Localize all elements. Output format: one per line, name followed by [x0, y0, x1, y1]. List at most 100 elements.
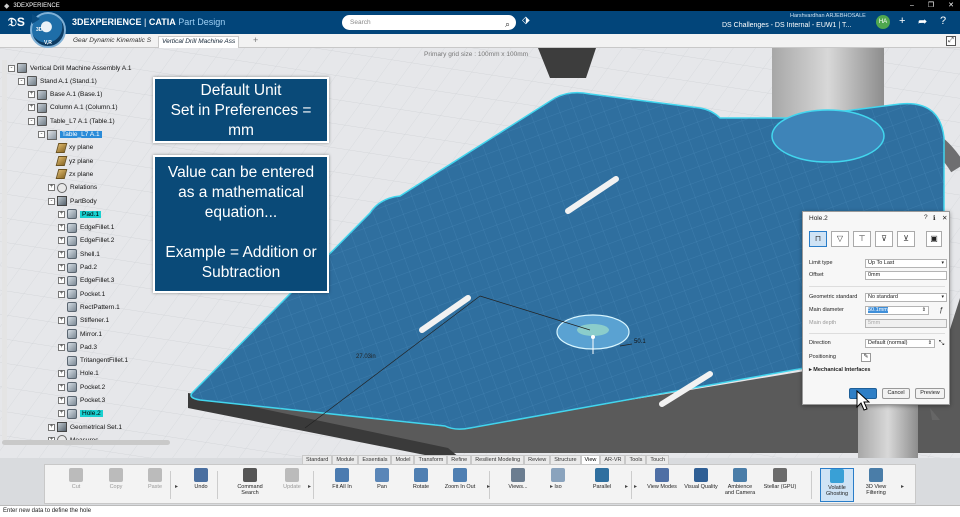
visual-quality-button[interactable]: Visual Quality	[684, 468, 718, 490]
undo-button[interactable]: Undo	[184, 468, 218, 490]
chevron-right-icon[interactable]: ▸	[175, 483, 178, 490]
chevron-right-icon[interactable]: ▸	[308, 483, 311, 490]
collapse-icon[interactable]: -	[38, 131, 45, 138]
chevron-right-icon[interactable]: ▸	[634, 483, 637, 490]
expand-icon[interactable]: +	[28, 91, 35, 99]
sketch-icon[interactable]: ▣	[926, 231, 942, 247]
tree-item[interactable]: + Pocket.3	[58, 395, 105, 407]
countersunk-hole-icon[interactable]: ⊽	[875, 231, 893, 247]
chevron-right-icon[interactable]: ▸	[901, 483, 904, 490]
search-icon[interactable]: ⌕	[505, 17, 510, 32]
diameter-dimension-label[interactable]: 50.1	[634, 339, 646, 345]
cancel-button[interactable]: Cancel	[882, 388, 910, 399]
fit-all-in-button[interactable]: Fit All In	[325, 468, 359, 490]
compass-icon[interactable]: 3D V,R	[30, 12, 66, 48]
tree-item[interactable]: + EdgeFillet.1	[58, 222, 114, 234]
collapse-icon[interactable]: -	[48, 197, 55, 205]
tree-item[interactable]: zx plane	[48, 168, 93, 180]
tree-item[interactable]: + EdgeFillet.3	[58, 275, 114, 287]
tree-item[interactable]: RectPattern.1	[58, 301, 120, 313]
fullscreen-icon[interactable]: ⤢	[946, 36, 956, 46]
add-icon[interactable]: +	[899, 15, 905, 27]
copy-button[interactable]: Copy	[99, 468, 133, 490]
geometric-standard-select[interactable]: No standard ▾	[865, 293, 947, 302]
zoom-in-out-button[interactable]: Zoom In Out	[443, 468, 477, 490]
cut-button[interactable]: Cut	[59, 468, 93, 490]
3d-view-filtering-button[interactable]: 3D View Filtering	[859, 468, 893, 496]
tree-item[interactable]: yz plane	[48, 155, 93, 167]
expand-icon[interactable]: +	[58, 397, 65, 404]
expand-icon[interactable]: +	[58, 277, 65, 285]
help-icon[interactable]: ?	[940, 15, 946, 27]
tree-item[interactable]: - PartBody	[48, 195, 97, 207]
limit-type-select[interactable]: Up To Last ▾	[865, 259, 947, 268]
action-tab[interactable]: Tools	[625, 455, 647, 464]
action-tab[interactable]: Standard	[302, 455, 333, 464]
action-tab[interactable]: Module	[332, 455, 359, 464]
pan-button[interactable]: Pan	[365, 468, 399, 490]
pick-direction-icon[interactable]: ⤡	[937, 339, 946, 348]
tree-item[interactable]: - Table_L7 A.1	[38, 129, 102, 141]
tree-item[interactable]: + Relations	[48, 182, 97, 194]
tree-item[interactable]: + Geometrical Set.1	[48, 421, 122, 433]
main-diameter-field[interactable]: 50.1mm ⇕	[865, 306, 929, 315]
mechanical-interfaces-section[interactable]: ▸ Mechanical Interfaces	[809, 367, 870, 373]
tree-item[interactable]: - Vertical Drill Machine Assembly A.1	[8, 62, 132, 74]
iso-button[interactable]: Iso	[541, 468, 575, 490]
expand-icon[interactable]: +	[58, 383, 65, 391]
command-search-button[interactable]: Command Search	[233, 468, 267, 496]
new-tab-button[interactable]: +	[253, 35, 258, 45]
expand-icon[interactable]: +	[58, 317, 65, 325]
tree-item[interactable]: + Pad.3	[58, 341, 97, 353]
tree-item[interactable]: - Stand A.1 (Stand.1)	[18, 75, 97, 87]
tree-item[interactable]: Mirror.1	[58, 328, 102, 340]
action-tab[interactable]: View	[580, 455, 601, 464]
action-tab[interactable]: Review	[524, 455, 551, 464]
collapse-icon[interactable]: -	[18, 77, 25, 85]
tree-item[interactable]: + Hole.2	[58, 408, 103, 420]
search-input[interactable]: Search ⌕	[342, 15, 516, 30]
action-tab[interactable]: AR-VR	[600, 455, 626, 464]
share-icon[interactable]: ➦	[918, 15, 927, 28]
action-tab[interactable]: Structure	[550, 455, 581, 464]
ds-logo-icon[interactable]: 𝔇S	[8, 15, 25, 30]
tree-item[interactable]: - Table_L7 A.1 (Table.1)	[28, 115, 115, 127]
expand-icon[interactable]: +	[58, 224, 65, 232]
positioning-sketch-icon[interactable]: ✎	[861, 353, 871, 362]
expand-icon[interactable]: +	[58, 343, 65, 351]
expand-icon[interactable]: +	[58, 250, 65, 258]
tree-item[interactable]: + Shell.1	[58, 248, 100, 260]
expand-icon[interactable]: +	[48, 184, 55, 192]
action-tab[interactable]: Resilient Modeling	[471, 455, 525, 464]
volatile-ghosting-button[interactable]: Volatile Ghosting	[820, 468, 854, 502]
expand-icon[interactable]: +	[48, 423, 55, 431]
maximize-button[interactable]: ❐	[928, 0, 934, 11]
info-icon[interactable]: ℹ	[933, 214, 935, 222]
chevron-right-icon[interactable]: ▸	[487, 483, 490, 490]
tab-vertical-drill[interactable]: Vertical Drill Machine Ass	[158, 36, 240, 48]
collapse-icon[interactable]: -	[8, 64, 15, 72]
rotate-button[interactable]: Rotate	[404, 468, 438, 490]
tree-item[interactable]: + Pocket.1	[58, 288, 105, 300]
chevron-right-icon[interactable]: ▸	[550, 483, 553, 490]
spinner-icon[interactable]: ⇕	[922, 307, 926, 314]
action-tab[interactable]: Refine	[447, 455, 472, 464]
ambience-and-camera-button[interactable]: Ambience and Camera	[723, 468, 757, 496]
expand-icon[interactable]: +	[58, 410, 65, 418]
minimize-button[interactable]: –	[910, 0, 914, 11]
tree-scrollbar-horizontal[interactable]	[2, 440, 170, 445]
parallel-button[interactable]: Parallel	[585, 468, 619, 490]
expand-icon[interactable]: +	[58, 370, 65, 378]
tree-item[interactable]: + Column A.1 (Column.1)	[28, 102, 118, 114]
tapered-hole-icon[interactable]: ▽	[831, 231, 849, 247]
tree-item[interactable]: + Pad.2	[58, 262, 97, 274]
view-modes-button[interactable]: View Modes	[645, 468, 679, 490]
action-tab[interactable]: Touch	[646, 455, 670, 464]
direction-field[interactable]: Default (normal) ⇕	[865, 339, 935, 348]
tree-item[interactable]: xy plane	[48, 142, 93, 154]
counterdrilled-hole-icon[interactable]: ⊻	[897, 231, 915, 247]
counterbored-hole-icon[interactable]: ⊤	[853, 231, 871, 247]
stellar-gpu-button[interactable]: Stellar (GPU)	[763, 468, 797, 490]
avatar[interactable]: HA	[876, 15, 890, 29]
paste-button[interactable]: Paste	[138, 468, 172, 490]
